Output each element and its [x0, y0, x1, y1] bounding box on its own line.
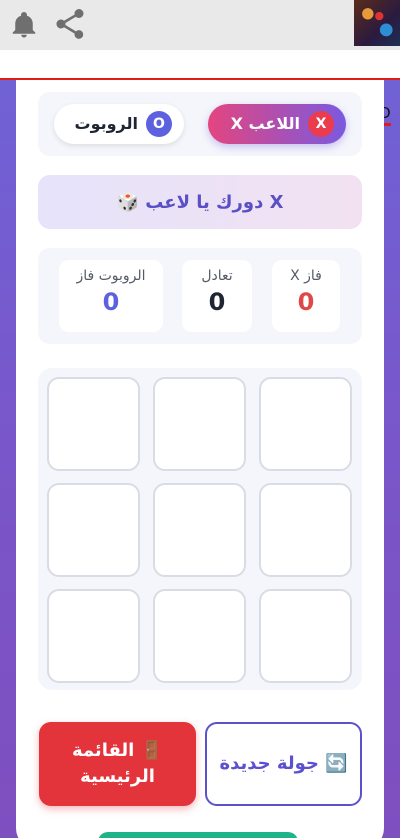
score-robot-wins-label: الروبوت فاز — [76, 268, 146, 284]
score-robot-wins: الروبوت فاز 0 — [59, 260, 163, 332]
robot-badge: O — [146, 111, 172, 137]
board-cell[interactable] — [259, 377, 352, 471]
board-cell[interactable] — [153, 589, 246, 683]
player-x-pill: X اللاعب X — [208, 104, 346, 144]
app-sub-bar: + X.O — [0, 50, 400, 126]
score-x-wins-value: 0 — [297, 288, 315, 316]
board-cell[interactable] — [259, 589, 352, 683]
board-cell[interactable] — [153, 377, 246, 471]
player-x-name: اللاعب X — [230, 114, 300, 133]
bell-icon[interactable] — [9, 8, 39, 42]
board-cell[interactable] — [47, 589, 140, 683]
players-panel: X اللاعب X O الروبوت — [38, 92, 362, 156]
board-cell[interactable] — [47, 483, 140, 577]
robot-pill: O الروبوت — [54, 104, 184, 144]
game-board — [38, 368, 362, 690]
score-panel: X فاز 0 تعادل 0 الروبوت فاز 0 — [38, 248, 362, 344]
score-robot-wins-value: 0 — [102, 288, 120, 316]
robot-name: الروبوت — [74, 114, 138, 133]
score-draws-value: 0 — [208, 288, 226, 316]
player-x-badge: X — [308, 111, 334, 137]
app-thumbnail[interactable] — [354, 0, 400, 46]
board-cell[interactable] — [47, 377, 140, 471]
new-round-button[interactable]: 🔄 جولة جديدة — [205, 722, 362, 806]
turn-banner: 🎲 دورك يا لاعب X — [38, 175, 362, 229]
board-cell[interactable] — [153, 483, 246, 577]
main-menu-button[interactable]: 🚪 القائمة الرئيسية — [39, 722, 196, 806]
partially-visible-button[interactable] — [98, 832, 298, 838]
share-icon[interactable] — [52, 6, 88, 42]
game-card: X اللاعب X O الروبوت 🎲 دورك يا لاعب X X … — [16, 80, 384, 838]
score-x-wins: X فاز 0 — [272, 260, 340, 332]
score-draws-label: تعادل — [201, 268, 233, 284]
board-cell[interactable] — [259, 483, 352, 577]
score-x-wins-label: X فاز — [290, 268, 322, 284]
app-top-bar — [0, 0, 400, 50]
score-draws: تعادل 0 — [182, 260, 252, 332]
